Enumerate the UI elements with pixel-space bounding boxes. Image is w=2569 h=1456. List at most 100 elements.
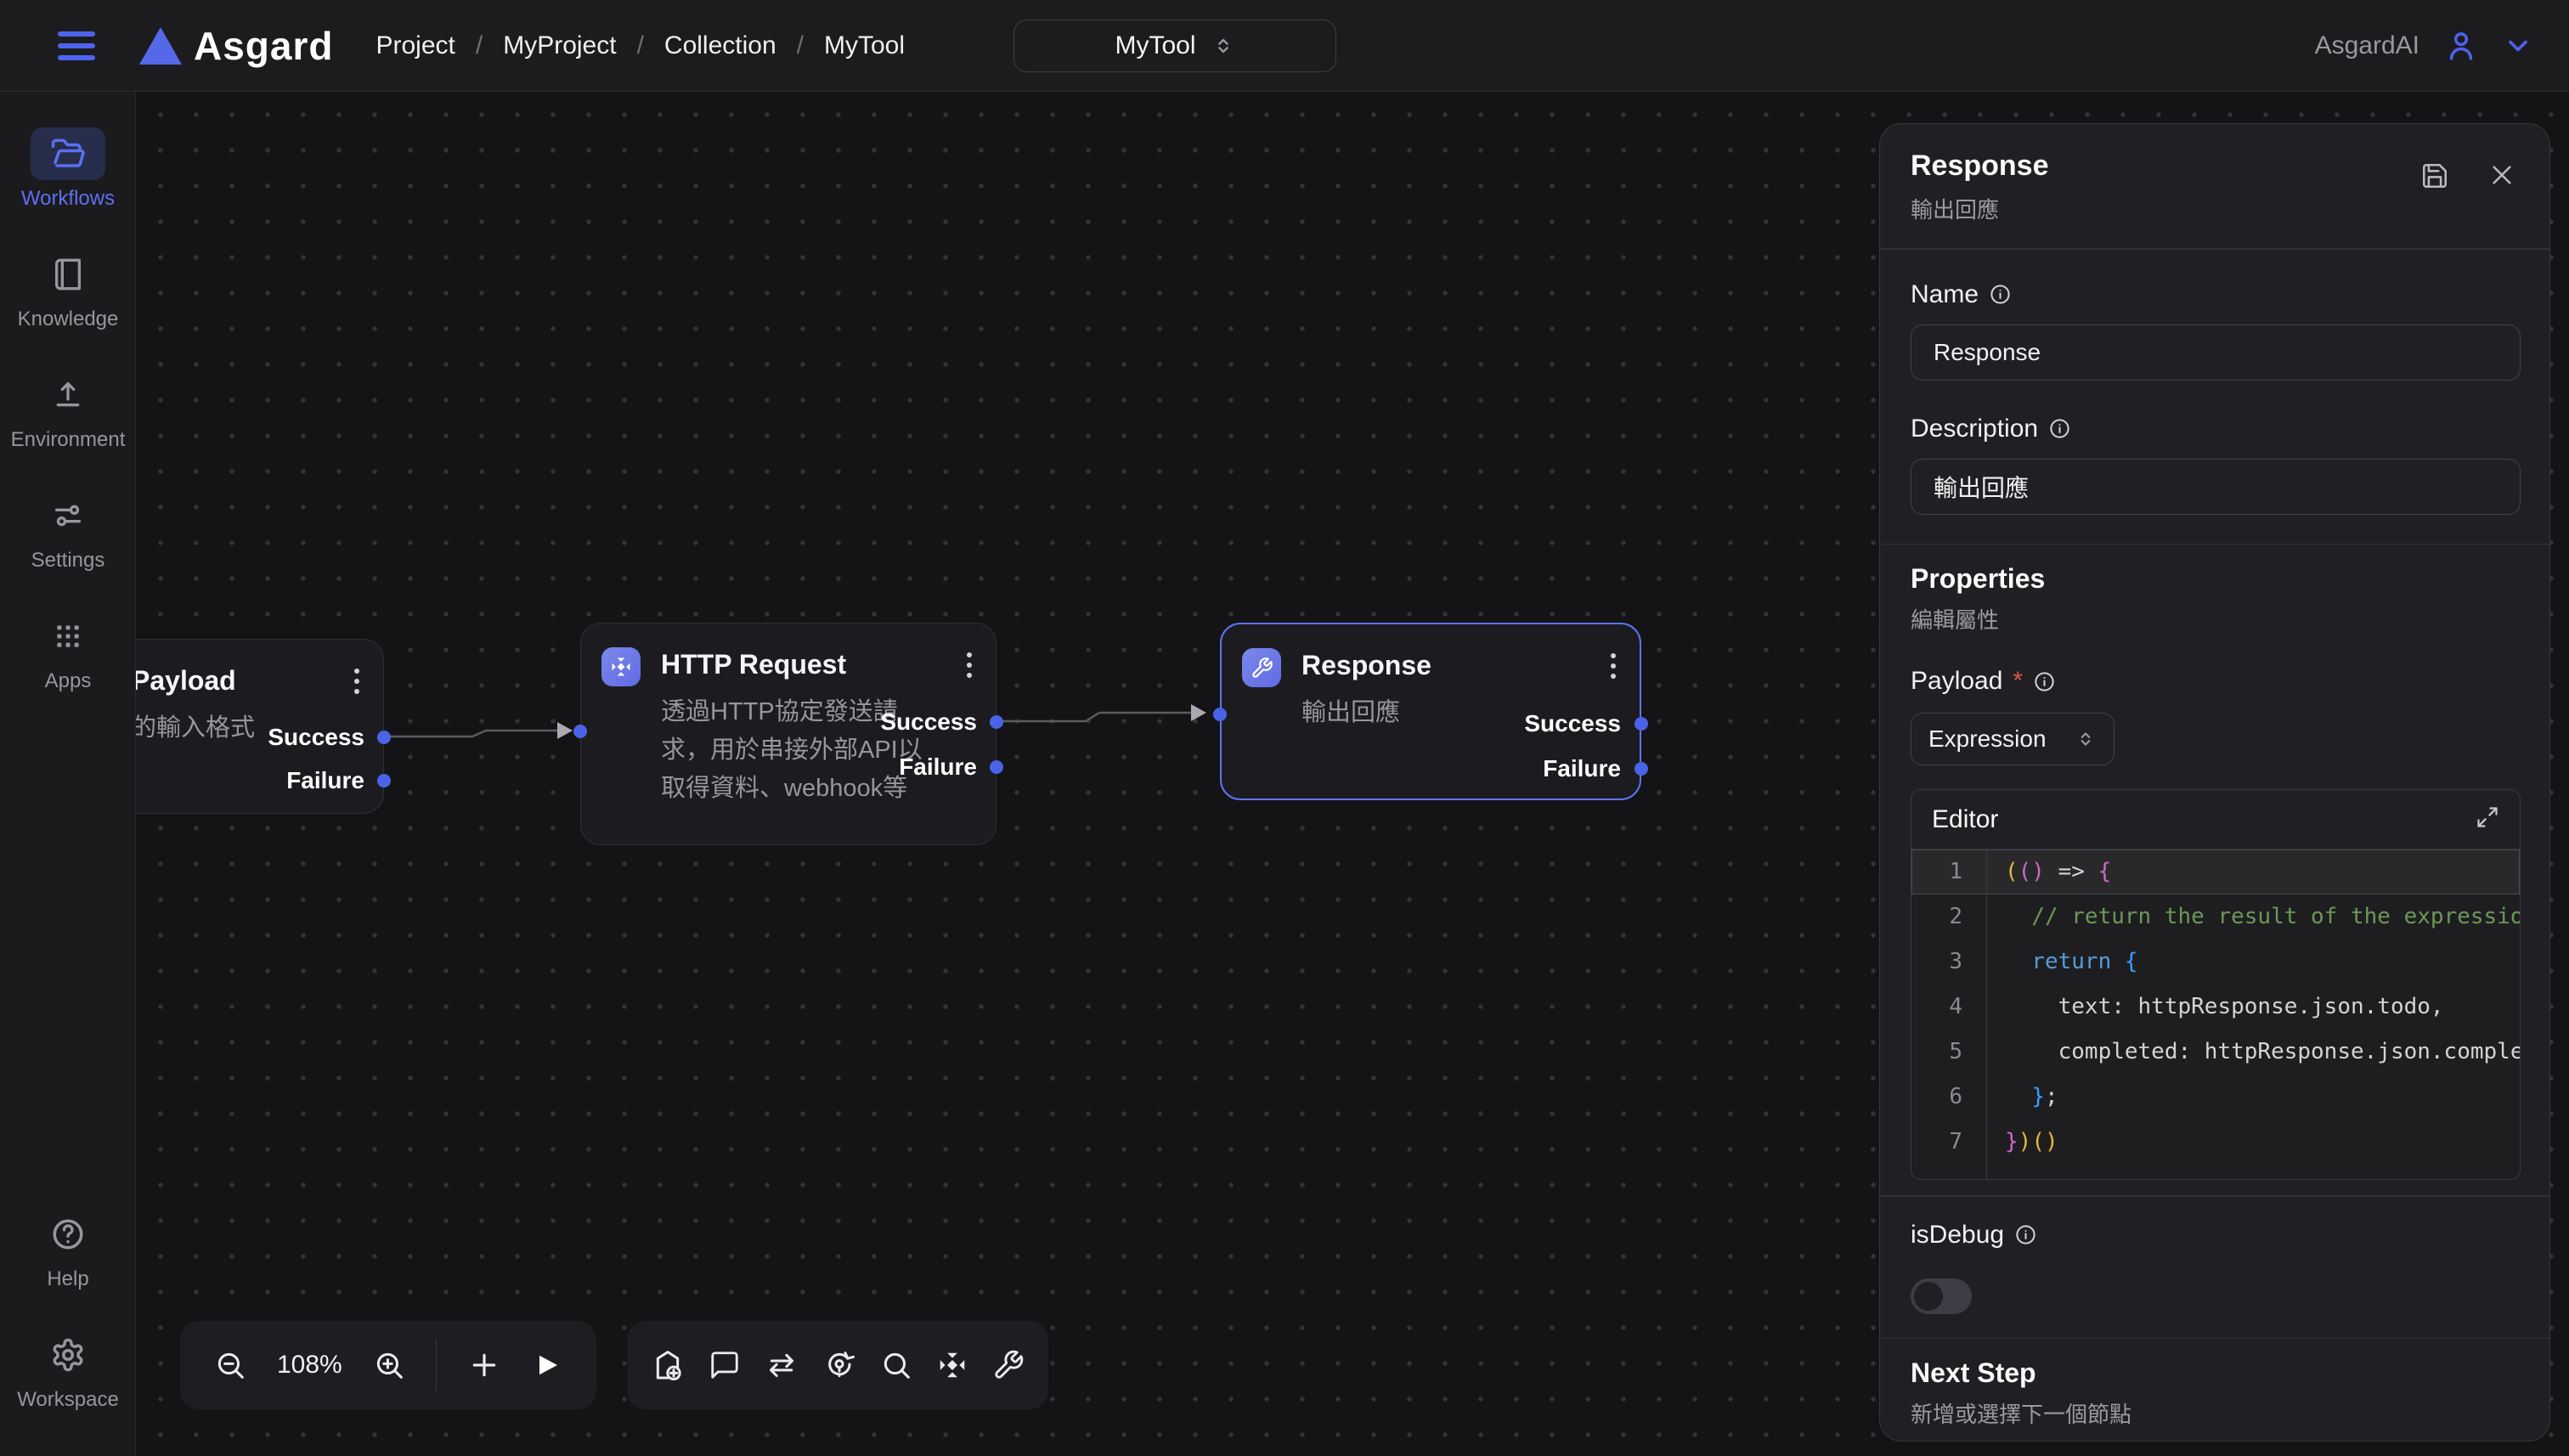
zoom-out-button[interactable] [214, 1349, 246, 1381]
info-icon [2033, 670, 2056, 693]
node-title: HTTP Request [661, 649, 846, 680]
close-panel-button[interactable] [2488, 161, 2515, 195]
output-port-failure[interactable] [377, 774, 391, 787]
sidebar-item-label: Environment [11, 428, 126, 452]
line-number: 4 [1911, 985, 1986, 1030]
input-port[interactable] [573, 725, 587, 738]
sidebar-item-label: Knowledge [18, 308, 119, 331]
code-line[interactable]: 4 text: httpResponse.json.todo, [1911, 985, 2520, 1030]
panel-subtitle: 輸出回應 [1911, 193, 2519, 224]
add-node-shape-button[interactable] [651, 1348, 685, 1382]
port-label-failure: Failure [899, 755, 977, 779]
name-input[interactable] [1911, 324, 2521, 381]
isdebug-label: isDebug [1911, 1221, 2004, 1250]
code-line[interactable]: 3 return { [1911, 940, 2520, 985]
breadcrumb-item[interactable]: Collection [664, 31, 776, 60]
zoom-in-icon [373, 1349, 405, 1381]
sidebar: Workflows Knowledge Environment Settings… [0, 92, 136, 1456]
comment-bubble-icon [709, 1349, 741, 1381]
node-response[interactable]: Response 輸出回應 Success Failure [1220, 623, 1641, 800]
wrench-icon [1242, 648, 1281, 687]
folder-open-icon [50, 136, 86, 172]
required-asterisk: * [2013, 667, 2023, 696]
output-port-failure[interactable] [1635, 762, 1648, 776]
line-number: 3 [1911, 940, 1986, 985]
sidebar-item-apps[interactable]: Apps [31, 610, 105, 693]
search-icon [880, 1349, 912, 1381]
code-line[interactable]: 5 completed: httpResponse.json.completed [1911, 1030, 2520, 1075]
output-port-success[interactable] [1635, 717, 1648, 731]
workspace-name: AsgardAI [2315, 31, 2419, 60]
auto-suggest-button[interactable] [822, 1348, 856, 1382]
inspector-panel: Response 輸出回應 Name Description Propertie… [1879, 123, 2550, 1442]
hamburger-menu-icon[interactable] [58, 31, 95, 60]
sidebar-item-settings[interactable]: Settings [31, 489, 105, 573]
output-port-success[interactable] [377, 731, 391, 744]
comment-button[interactable] [709, 1349, 741, 1381]
user-icon[interactable] [2443, 28, 2479, 64]
port-label-success: Success [880, 710, 977, 734]
zoom-toolbar: 108% [180, 1321, 596, 1409]
wrench-icon [992, 1349, 1025, 1381]
node-http-request[interactable]: HTTP Request 透過HTTP協定發送請求，用於串接外部API以取得資料… [580, 623, 997, 845]
node-payload[interactable]: Payload 的輸入格式 Success Failure [136, 639, 384, 814]
brand-name: Asgard [194, 23, 333, 69]
payload-type-select[interactable]: Expression [1911, 713, 2114, 765]
properties-subtitle: 編輯屬性 [1911, 603, 2519, 635]
node-menu-kebab-icon[interactable] [354, 669, 359, 694]
sidebar-item-label: Workflows [21, 187, 115, 211]
add-node-button[interactable] [467, 1348, 501, 1382]
breadcrumb-separator: / [797, 31, 804, 60]
input-port[interactable] [1213, 708, 1227, 721]
payload-type-value: Expression [1928, 725, 2047, 753]
breadcrumb-item[interactable]: MyProject [503, 31, 616, 60]
output-port-failure[interactable] [990, 760, 1003, 774]
top-nav: Asgard Project/MyProject/Collection/MyTo… [0, 0, 2569, 92]
node-menu-kebab-icon[interactable] [967, 652, 972, 678]
upload-icon [51, 378, 85, 412]
save-button[interactable] [2420, 161, 2449, 195]
sidebar-item-label: Apps [45, 669, 92, 693]
sidebar-item-help[interactable]: Help [31, 1208, 105, 1291]
tool-select[interactable]: MyTool [1013, 20, 1336, 72]
line-number: 6 [1911, 1075, 1986, 1120]
node-menu-kebab-icon[interactable] [1611, 653, 1616, 679]
sliders-icon [51, 499, 85, 533]
close-icon [2488, 161, 2515, 189]
components-button[interactable] [936, 1349, 968, 1381]
line-number: 5 [1911, 1030, 1986, 1075]
sidebar-item-workflows[interactable]: Workflows [21, 127, 115, 211]
panel-properties-section: Properties 編輯屬性 Payload * Expression Edi… [1880, 545, 2549, 1195]
isdebug-toggle[interactable] [1911, 1278, 1972, 1314]
help-circle-icon [50, 1216, 86, 1252]
code-line[interactable]: 6 }; [1911, 1075, 2520, 1120]
arrows-left-right-icon [765, 1348, 799, 1382]
properties-title: Properties [1911, 563, 2519, 595]
sidebar-item-workspace[interactable]: Workspace [17, 1329, 119, 1412]
code-editor[interactable]: 1(() => {2 // return the result of the e… [1911, 849, 2520, 1179]
chevron-down-icon[interactable] [2503, 31, 2533, 61]
code-rows: 1(() => {2 // return the result of the e… [1911, 849, 2520, 1165]
breadcrumb-item[interactable]: Project [375, 31, 455, 60]
port-label-success: Success [268, 725, 364, 749]
code-line[interactable]: 7})() [1911, 1120, 2520, 1165]
port-label-failure: Failure [1543, 757, 1621, 781]
code-line[interactable]: 1(() => { [1911, 849, 2520, 894]
port-label-failure: Failure [286, 769, 364, 793]
sidebar-item-label: Settings [31, 549, 105, 573]
sidebar-item-knowledge[interactable]: Knowledge [18, 248, 119, 331]
expand-editor-button[interactable] [2476, 805, 2499, 833]
swap-direction-button[interactable] [765, 1348, 799, 1382]
sidebar-item-label: Help [47, 1267, 88, 1291]
sidebar-item-environment[interactable]: Environment [11, 369, 126, 452]
zoom-in-button[interactable] [373, 1349, 405, 1381]
description-input[interactable] [1911, 459, 2521, 515]
actions-toolbar [627, 1321, 1048, 1409]
node-description: 的輸入格式 [136, 709, 255, 748]
tools-button[interactable] [992, 1349, 1025, 1381]
run-workflow-button[interactable] [532, 1350, 562, 1380]
output-port-success[interactable] [990, 715, 1003, 729]
search-canvas-button[interactable] [880, 1349, 912, 1381]
code-line[interactable]: 2 // return the result of the expression [1911, 894, 2520, 940]
breadcrumb-item[interactable]: MyTool [824, 31, 905, 60]
